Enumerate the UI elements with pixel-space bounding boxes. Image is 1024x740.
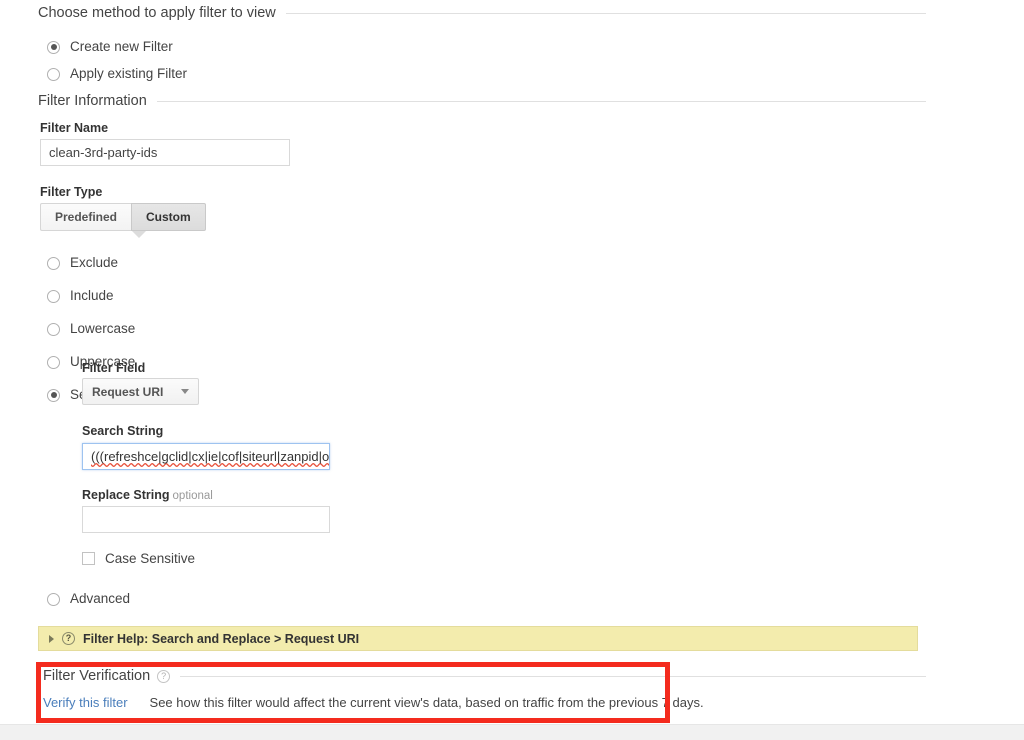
filter-name-input[interactable]: clean-3rd-party-ids bbox=[40, 139, 290, 166]
verification-divider-rule bbox=[180, 675, 926, 677]
radio-create-new-filter[interactable]: Create new Filter bbox=[47, 36, 187, 58]
filter-verification-heading-text: Filter Verification bbox=[43, 668, 151, 684]
radio-lowercase-indicator[interactable] bbox=[47, 322, 60, 336]
tab-custom-label: Custom bbox=[146, 210, 191, 224]
filter-field-label: Filter Field bbox=[82, 361, 145, 375]
filter-verification-heading: Filter Verification ? bbox=[43, 668, 926, 684]
choose-method-heading-text: Choose method to apply filter to view bbox=[38, 5, 276, 21]
choose-method-heading: Choose method to apply filter to view bbox=[38, 5, 926, 21]
verification-row: Verify this filter See how this filter w… bbox=[43, 695, 704, 710]
tab-custom[interactable]: Custom bbox=[131, 203, 206, 231]
radio-lowercase-label: Lowercase bbox=[70, 321, 136, 337]
case-sensitive-checkbox[interactable] bbox=[82, 552, 95, 566]
radio-uppercase-indicator[interactable] bbox=[47, 355, 60, 369]
filter-information-heading-text: Filter Information bbox=[38, 93, 147, 109]
filter-field-dropdown-value: Request URI bbox=[92, 384, 164, 399]
heading-divider-rule bbox=[285, 12, 926, 14]
help-question-icon[interactable]: ? bbox=[62, 632, 75, 645]
replace-string-input[interactable] bbox=[82, 506, 330, 533]
filter-name-input-value: clean-3rd-party-ids bbox=[49, 145, 158, 160]
replace-string-label: Replace String optional bbox=[82, 488, 213, 502]
radio-include[interactable]: Include bbox=[47, 285, 192, 307]
verification-help-icon[interactable]: ? bbox=[157, 669, 171, 683]
filter-name-label: Filter Name bbox=[40, 121, 108, 135]
search-string-label-text: Search String bbox=[82, 424, 164, 438]
radio-exclude-indicator[interactable] bbox=[47, 256, 60, 270]
radio-apply-existing-filter-indicator[interactable] bbox=[47, 67, 60, 81]
filter-help-bar[interactable]: ? Filter Help: Search and Replace > Requ… bbox=[38, 626, 918, 651]
search-string-label: Search String bbox=[82, 424, 163, 438]
filter-name-label-text: Filter Name bbox=[40, 121, 109, 135]
radio-lowercase[interactable]: Lowercase bbox=[47, 318, 192, 340]
page-footer-strip bbox=[0, 724, 1024, 740]
verify-this-filter-link[interactable]: Verify this filter bbox=[43, 695, 128, 710]
filter-type-label: Filter Type bbox=[40, 185, 102, 199]
chevron-down-icon bbox=[181, 389, 190, 394]
filter-information-divider-rule bbox=[156, 100, 926, 102]
filter-type-tabs: Predefined Custom bbox=[40, 203, 206, 238]
expander-triangle-icon[interactable] bbox=[49, 634, 54, 643]
radio-create-new-filter-indicator[interactable] bbox=[47, 40, 60, 54]
radio-apply-existing-filter-label: Apply existing Filter bbox=[70, 66, 188, 82]
radio-search-and-replace-indicator[interactable] bbox=[47, 388, 60, 402]
radio-advanced-label: Advanced bbox=[70, 591, 131, 607]
radio-include-indicator[interactable] bbox=[47, 289, 60, 303]
radio-advanced-indicator[interactable] bbox=[47, 592, 60, 606]
replace-string-optional-note: optional bbox=[172, 490, 213, 502]
filter-type-label-text: Filter Type bbox=[40, 185, 103, 199]
filter-field-dropdown[interactable]: Request URI bbox=[82, 378, 200, 405]
radio-advanced[interactable]: Advanced bbox=[47, 588, 130, 610]
search-string-input-value: (((refreshce|gclid|cx|ie|cof|siteurl|zan… bbox=[91, 449, 330, 464]
filter-help-bar-text: Filter Help: Search and Replace > Reques… bbox=[83, 631, 360, 646]
case-sensitive-checkbox-row[interactable]: Case Sensitive bbox=[82, 552, 195, 566]
tab-predefined-label: Predefined bbox=[55, 210, 118, 224]
tab-predefined[interactable]: Predefined bbox=[40, 203, 132, 231]
filter-information-heading: Filter Information bbox=[38, 93, 926, 109]
radio-create-new-filter-label: Create new Filter bbox=[70, 39, 173, 55]
tab-custom-caret-icon bbox=[132, 231, 146, 238]
replace-string-label-text: Replace String bbox=[82, 488, 170, 502]
filter-field-label-text: Filter Field bbox=[82, 361, 146, 375]
filter-settings-page: Choose method to apply filter to view Cr… bbox=[0, 0, 1024, 740]
radio-exclude-label: Exclude bbox=[70, 255, 119, 271]
search-string-input[interactable]: (((refreshce|gclid|cx|ie|cof|siteurl|zan… bbox=[82, 443, 330, 470]
radio-apply-existing-filter[interactable]: Apply existing Filter bbox=[47, 63, 187, 85]
radio-include-label: Include bbox=[70, 288, 114, 304]
verification-description: See how this filter would affect the cur… bbox=[149, 695, 704, 710]
case-sensitive-label: Case Sensitive bbox=[105, 551, 196, 566]
radio-exclude[interactable]: Exclude bbox=[47, 252, 192, 274]
method-radio-group: Create new Filter Apply existing Filter bbox=[47, 36, 187, 85]
